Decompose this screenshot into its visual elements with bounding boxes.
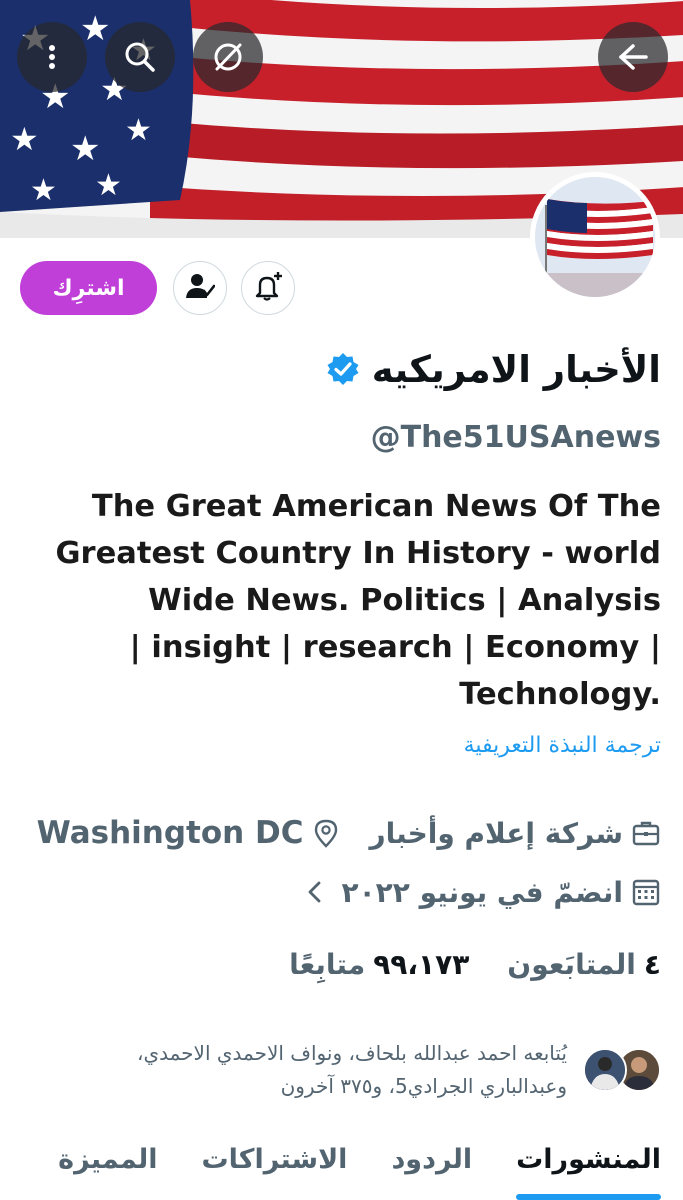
profile-page: ★ ★ ★ ★ ★ ★ ★ ★ ★ ★ xyxy=(0,0,683,1200)
tab-highlights[interactable]: المميزة xyxy=(36,1132,179,1175)
svg-text:★: ★ xyxy=(70,129,100,169)
search-icon xyxy=(123,40,157,74)
briefcase-icon xyxy=(631,818,661,848)
profile-bio: The Great American News Of The Greatest … xyxy=(41,483,661,718)
followed-by-text: يُتابعه احمد عبدالله بلحاف، ونواف الاحمد… xyxy=(137,1041,567,1098)
tab-posts[interactable]: المنشورات xyxy=(494,1132,683,1200)
svg-text:★: ★ xyxy=(30,173,57,208)
following-stat[interactable]: ٤ المتابَعون xyxy=(507,948,661,981)
profile-meta-category-location: شركة إعلام وأخبار Washington DC xyxy=(37,813,661,853)
bio-line: Technology. xyxy=(459,677,661,712)
tab-subscriptions[interactable]: الاشتراكات xyxy=(179,1132,369,1175)
subscribe-button[interactable]: اشترِك xyxy=(20,261,157,315)
tab-label: الاشتراكات xyxy=(201,1144,348,1175)
profile-handle: @The51USAnews xyxy=(370,420,661,455)
profile-avatar[interactable] xyxy=(530,172,660,302)
followers-stat[interactable]: ٩٩،١٧٣ متابِعًا xyxy=(289,948,469,981)
profile-joined-date: انضمّ في يونيو ٢٠٢٢ xyxy=(341,875,624,909)
more-vertical-icon xyxy=(37,42,67,72)
translate-off-button[interactable] xyxy=(193,22,263,92)
back-button[interactable] xyxy=(598,22,668,92)
svg-text:★: ★ xyxy=(125,113,152,148)
following-count: ٤ xyxy=(643,947,661,981)
follower-avatars xyxy=(581,1048,661,1092)
bio-line: The Great American News Of The xyxy=(91,489,661,524)
svg-text:★: ★ xyxy=(10,120,39,158)
avatar xyxy=(583,1048,627,1092)
profile-tabs: المنشورات الردود الاشتراكات المميزة xyxy=(0,1132,683,1200)
bio-line: Greatest Country In History - world xyxy=(55,536,661,571)
active-tab-indicator xyxy=(516,1194,661,1200)
svg-text:★: ★ xyxy=(80,9,110,49)
display-name: الأخبار الامريكيه xyxy=(371,347,661,391)
followers-label: متابِعًا xyxy=(289,947,366,981)
profile-category: شركة إعلام وأخبار xyxy=(369,816,623,850)
profile-name-row: الأخبار الامريكيه xyxy=(326,340,661,398)
translate-bio-link[interactable]: ترجمة النبذة التعريفية xyxy=(464,733,661,758)
following-label: المتابَعون xyxy=(507,947,636,981)
bio-line: | insight | research | Economy | xyxy=(129,630,661,665)
profile-stats: ٤ المتابَعون ٩٩،١٧٣ متابِعًا xyxy=(289,942,661,986)
avatar-flag-image xyxy=(535,177,655,297)
more-options-button[interactable] xyxy=(17,22,87,92)
profile-meta-joined[interactable]: انضمّ في يونيو ٢٠٢٢ xyxy=(304,872,662,912)
tab-label: المميزة xyxy=(58,1144,158,1175)
bio-line: Wide News. Politics | Analysis xyxy=(148,583,661,618)
location-pin-icon xyxy=(312,818,340,848)
bell-plus-icon xyxy=(252,270,284,306)
arrow-right-icon xyxy=(616,40,650,74)
tab-label: الردود xyxy=(391,1144,473,1175)
followers-count: ٩٩،١٧٣ xyxy=(373,947,470,981)
profile-location: Washington DC xyxy=(36,815,304,851)
chevron-left-icon xyxy=(304,879,326,905)
verified-badge-icon[interactable] xyxy=(326,352,360,386)
person-check-icon xyxy=(185,271,216,305)
following-status-button[interactable] xyxy=(173,261,227,315)
followed-by-row[interactable]: يُتابعه احمد عبدالله بلحاف، ونواف الاحمد… xyxy=(47,1035,661,1105)
translate-off-icon xyxy=(210,39,246,75)
notifications-button[interactable] xyxy=(241,261,295,315)
calendar-icon xyxy=(631,877,661,907)
tab-label: المنشورات xyxy=(516,1144,661,1175)
search-button[interactable] xyxy=(105,22,175,92)
svg-text:★: ★ xyxy=(95,168,122,203)
tab-replies[interactable]: الردود xyxy=(369,1132,494,1175)
